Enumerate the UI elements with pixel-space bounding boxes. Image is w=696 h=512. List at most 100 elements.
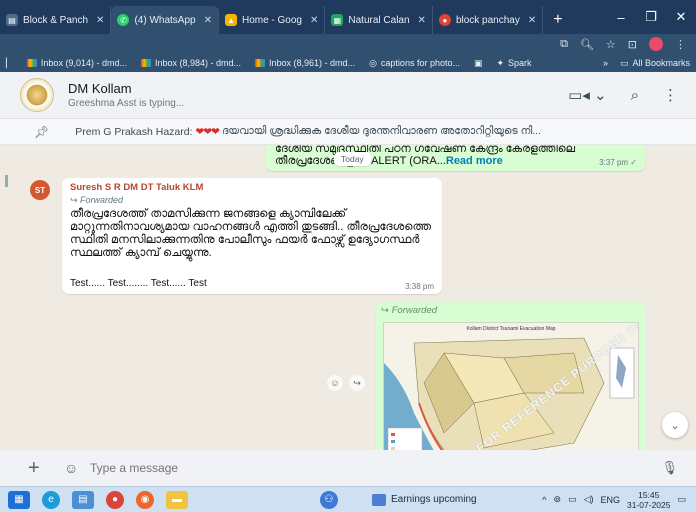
minimize-icon[interactable]: –	[606, 10, 636, 25]
bookmarks-right: » ▭ All Bookmarks	[603, 58, 690, 69]
whatsapp-icon: ✆	[117, 14, 130, 26]
taskbar: ▦ e ▤ ● ◉ ▬ ⚇ Earnings upcoming ^ ⊚ ▭ ◁)…	[0, 486, 696, 512]
folder-icon[interactable]: ▬	[166, 490, 188, 509]
close-icon[interactable]: ✕	[96, 15, 104, 26]
volume-icon[interactable]: ◁)	[584, 494, 594, 505]
forward-icon[interactable]: ↪	[349, 375, 365, 391]
sticker-icon[interactable]: ☺	[64, 460, 84, 476]
language-indicator[interactable]: ENG	[600, 495, 620, 505]
profile-avatar[interactable]	[649, 37, 663, 51]
bookmark-inbox-3[interactable]: Inbox (8,961) - dmd...	[255, 58, 355, 68]
bookmark-captions[interactable]: ◎ captions for photo...	[369, 58, 460, 69]
tab-whatsapp[interactable]: ✆ (4) WhatsApp ✕	[111, 6, 219, 34]
all-bookmarks-button[interactable]: ▭ All Bookmarks	[620, 58, 690, 69]
message-input[interactable]	[90, 461, 610, 475]
chat-info[interactable]: DM Kollam Greeshma Asst is typing...	[68, 81, 184, 109]
news-icon	[372, 493, 386, 506]
zoom-icon[interactable]: 🔍︎	[580, 38, 594, 51]
sender-name[interactable]: Suresh S R DM DT Taluk KLM	[70, 182, 434, 193]
incoming-message[interactable]: Suresh S R DM DT Taluk KLM ↪ Forwarded ത…	[62, 178, 442, 294]
people-icon[interactable]: ⚇	[320, 490, 338, 509]
clock-time: 15:45	[638, 489, 660, 500]
firefox-icon[interactable]: ◉	[136, 490, 154, 509]
bookmark-blank[interactable]: ▣	[474, 58, 483, 69]
chat-name: DM Kollam	[68, 81, 132, 96]
close-window-icon[interactable]: ✕	[666, 9, 696, 25]
extensions-icon[interactable]: ⊡	[628, 38, 637, 51]
bookmark-apps[interactable]: ▏	[6, 58, 13, 69]
tab-google-home[interactable]: ▲ Home - Goog ✕	[219, 6, 326, 34]
test-message-text: Test...... Test........ Test...... Test	[70, 278, 207, 289]
bookmark-inbox-2[interactable]: Inbox (8,984) - dmd...	[140, 58, 241, 68]
video-call-icon[interactable]: ▭◂ ⌄	[568, 86, 606, 104]
map-image[interactable]: Kollam District Tsunami Evacuation Map F…	[383, 322, 639, 450]
read-more-link[interactable]: Read more	[446, 155, 503, 167]
restore-icon[interactable]: ❐	[636, 9, 666, 25]
message-composer: + ☺ 🎙︎	[0, 450, 696, 486]
network-icon[interactable]: ⊚	[554, 494, 562, 505]
bookmarks-overflow-button[interactable]: »	[603, 58, 608, 69]
typing-status: Greeshma Asst is typing...	[68, 98, 185, 109]
forwarded-label: ↪ Forwarded	[381, 305, 641, 316]
scroll-down-button[interactable]: ⌄	[662, 412, 688, 438]
start-icon[interactable]: ▦	[8, 490, 30, 509]
chevron-down-icon: ⌄	[670, 419, 680, 432]
sender-avatar[interactable]: ST	[30, 180, 50, 200]
close-icon[interactable]: ✕	[310, 15, 318, 26]
microphone-icon[interactable]: 🎙︎	[661, 460, 678, 476]
gmail-icon	[140, 59, 151, 67]
emoji-reaction-icon[interactable]: ☺	[327, 375, 343, 391]
forwarded-label: ↪ Forwarded	[70, 195, 434, 206]
message-actions: ☺ ↪	[327, 375, 365, 391]
outgoing-message[interactable]: ദേശീയ സമുദ്രസ്ഥിതി പഠന ഗവേഷണ കേന്ദ്രം കേ…	[265, 145, 645, 171]
window-controls: – ❐ ✕	[606, 0, 696, 34]
battery-icon[interactable]: ▭	[568, 494, 577, 505]
bookmark-label: Spark	[508, 58, 532, 68]
folder-icon: ▭	[619, 57, 629, 68]
toolbar-icons: ⧉ 🔍︎ ☆ ⊡ ⋮	[0, 34, 696, 54]
menu-icon[interactable]: ⋮	[663, 86, 678, 104]
news-widget[interactable]: Earnings upcoming	[372, 493, 477, 506]
star-icon[interactable]: ☆	[606, 38, 616, 51]
hearts-emoji: ❤❤❤	[195, 125, 220, 138]
system-tray: ^ ⊚ ▭ ◁) ENG 15:45 31-07-2025 ▭	[542, 490, 696, 510]
taskbar-center: ⚇ Earnings upcoming	[320, 490, 477, 509]
close-icon[interactable]: ✕	[204, 15, 212, 26]
bookmark-label: Inbox (8,961) - dmd...	[269, 58, 356, 68]
pinned-message-bar[interactable]: 📌︎ Prem G Prakash Hazard: ❤❤❤ ദയവായി ശ്ര…	[0, 119, 696, 145]
close-icon[interactable]: ✕	[418, 15, 426, 26]
tab-label: Block & Panch	[23, 14, 89, 26]
bookmark-spark[interactable]: ✦ Spark	[497, 58, 532, 69]
chrome-icon[interactable]: ●	[106, 490, 124, 509]
clock-date: 31-07-2025	[627, 499, 671, 510]
tab-natural-calamity[interactable]: ▦ Natural Calan ✕	[325, 6, 433, 34]
tab-block-panchayat-search[interactable]: ● block panchay ✕	[433, 6, 544, 34]
bookmark-inbox-1[interactable]: Inbox (9,014) - dmd...	[26, 58, 127, 68]
forwarded-text: Forwarded	[80, 195, 124, 205]
chat-header[interactable]: DM Kollam Greeshma Asst is typing... ▭◂ …	[0, 72, 696, 119]
edge-icon[interactable]: e	[42, 490, 60, 509]
file-explorer-icon[interactable]: ▤	[72, 490, 94, 509]
drive-icon: ▲	[224, 14, 237, 26]
header-actions: ▭◂ ⌄ ⌕ ⋮	[568, 86, 678, 105]
chrome-icon: ◎	[369, 57, 377, 68]
tab-block-panchayat[interactable]: ▤ Block & Panch ✕	[0, 6, 112, 34]
cast-icon[interactable]: ⧉	[560, 38, 568, 51]
attach-plus-icon[interactable]: +	[28, 457, 52, 480]
tab-label: Home - Goog	[241, 14, 302, 26]
message-list[interactable]: ദേശീയ സമുദ്രസ്ഥിതി പഠന ഗവേഷണ കേന്ദ്രം കേ…	[0, 145, 696, 450]
clock[interactable]: 15:45 31-07-2025	[627, 490, 670, 510]
message-text: ദേശീയ സമുദ്രസ്ഥിതി പഠന ഗവേഷണ കേന്ദ്രം കേ…	[275, 145, 576, 167]
new-tab-button[interactable]: +	[543, 6, 572, 34]
notification-icon[interactable]: ▭	[677, 494, 686, 505]
search-icon[interactable]: ⌕	[631, 87, 639, 104]
pinned-author: Prem G Prakash Hazard:	[75, 125, 193, 138]
pinned-text: ദയവായി ശ്രദ്ധിക്കുക ദേശീയ ദുരന്തനിവാരണ അ…	[221, 125, 541, 137]
outgoing-image-message[interactable]: ↪ Forwarded Kollam District Tsunami Evac…	[376, 302, 646, 450]
menu-icon[interactable]: ⋮	[675, 38, 686, 51]
close-icon[interactable]: ✕	[528, 15, 536, 26]
forward-icon: ↪	[70, 195, 81, 205]
tray-chevron-icon[interactable]: ^	[542, 495, 546, 505]
group-avatar[interactable]	[20, 78, 54, 112]
date-chip: Today	[334, 152, 371, 166]
